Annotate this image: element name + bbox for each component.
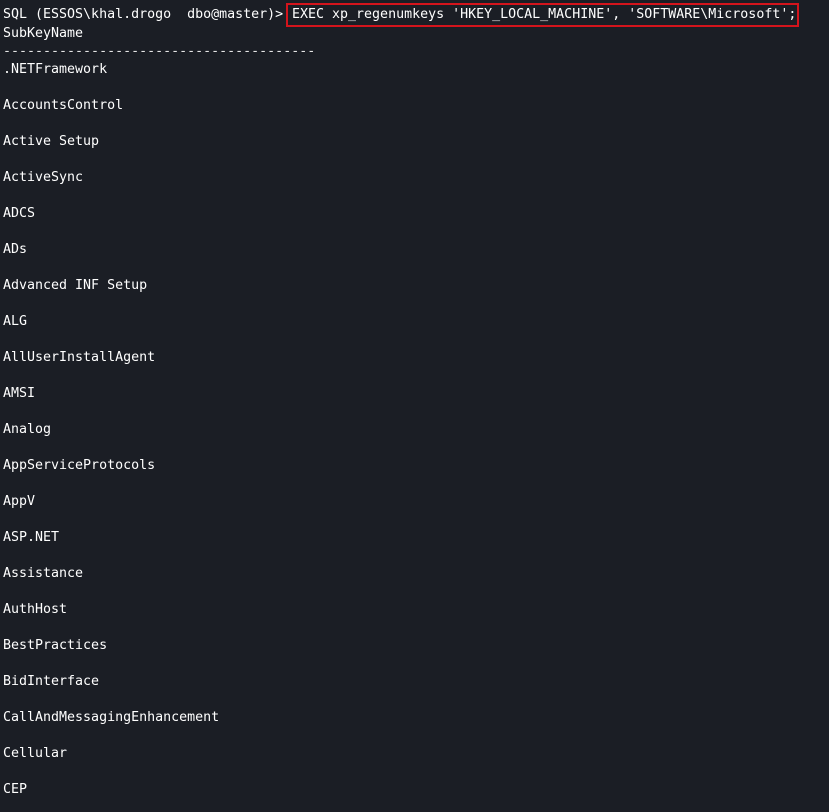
subkey-item: ADCS — [3, 206, 36, 221]
highlighted-command: EXEC xp_regenumkeys 'HKEY_LOCAL_MACHINE'… — [286, 3, 799, 27]
subkey-item: Cellular — [3, 746, 68, 761]
subkey-item: ADs — [3, 242, 28, 257]
subkey-item: AppServiceProtocols — [3, 458, 156, 473]
terminal-window[interactable]: SQL (ESSOS\khal.drogo dbo@master)> EXEC … — [0, 0, 829, 812]
prompt-line: SQL (ESSOS\khal.drogo dbo@master)> — [3, 6, 283, 24]
subkey-item: AllUserInstallAgent — [3, 350, 156, 365]
subkey-item: ALG — [3, 314, 28, 329]
subkey-item: ASP.NET — [3, 530, 60, 545]
column-header: SubKeyName — [3, 26, 84, 41]
subkey-item: Active Setup — [3, 134, 100, 149]
subkey-list: .NETFramework AccountsControl Active Set… — [3, 61, 219, 812]
subkey-item: Advanced INF Setup — [3, 278, 148, 293]
subkey-item: CallAndMessagingEnhancement — [3, 710, 220, 725]
subkey-item: CEP — [3, 782, 28, 797]
subkey-item: .NETFramework — [3, 62, 108, 77]
subkey-item: BestPractices — [3, 638, 108, 653]
subkey-item: AccountsControl — [3, 98, 124, 113]
subkey-item: AMSI — [3, 386, 36, 401]
header-separator: --------------------------------------- — [3, 44, 316, 59]
sql-prompt: SQL (ESSOS\khal.drogo dbo@master)> — [3, 7, 284, 22]
subkey-item: ActiveSync — [3, 170, 84, 185]
subkey-item: AppV — [3, 494, 36, 509]
command-text: EXEC xp_regenumkeys 'HKEY_LOCAL_MACHINE'… — [292, 7, 797, 22]
subkey-item: AuthHost — [3, 602, 68, 617]
subkey-item: BidInterface — [3, 674, 100, 689]
subkey-item: Analog — [3, 422, 52, 437]
subkey-item: Assistance — [3, 566, 84, 581]
